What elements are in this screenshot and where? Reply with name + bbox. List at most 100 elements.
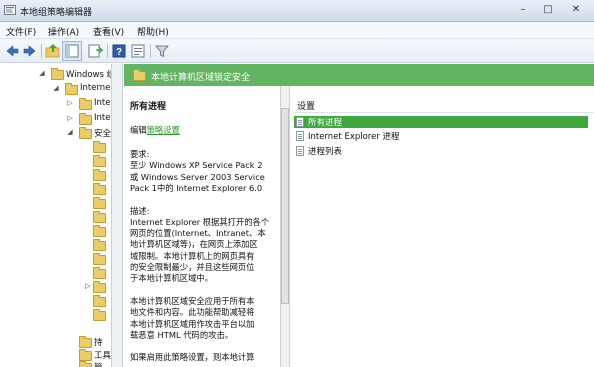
folder-icon[interactable]: [93, 239, 106, 251]
toolbar-separator: [41, 44, 42, 58]
policy-setting-icon: [296, 146, 304, 156]
folder-icon[interactable]: [93, 211, 106, 223]
description-line: 或 Windows Server 2003 Service: [130, 171, 265, 182]
tree-item-label: 管: [94, 361, 103, 367]
setting-row-ie-processes[interactable]: Internet Explorer 进程: [294, 130, 588, 142]
folder-icon: [79, 336, 92, 348]
tree-scrollbar[interactable]: [112, 64, 123, 367]
folder-icon: [79, 361, 92, 367]
tree-item-label: Inte: [94, 113, 111, 123]
tree-item-internet-control-panel[interactable]: ▷ Inte: [0, 98, 111, 110]
edit-prefix: 编辑: [130, 125, 147, 135]
folder-icon: [79, 113, 92, 125]
menu-file[interactable]: 文件(F): [6, 25, 36, 38]
back-icon[interactable]: [3, 42, 21, 60]
app-icon: [4, 5, 16, 15]
close-button[interactable]: ✕: [564, 2, 588, 18]
forward-icon[interactable]: [21, 42, 39, 60]
edit-policy-line: 编辑策略设置: [130, 124, 180, 136]
toolbar-separator: [150, 44, 151, 58]
minimize-button[interactable]: –: [513, 2, 533, 18]
description-scrollbar-thumb[interactable]: [281, 108, 289, 304]
help-icon[interactable]: ?: [110, 42, 128, 60]
description-line: 如果启用此策略设置，则本地计算: [130, 352, 255, 363]
collapsed-arrow-icon[interactable]: ▷: [66, 114, 74, 122]
description-pane: 所有进程 编辑策略设置 要求: 至少 Windows XP Service Pac…: [124, 86, 280, 367]
folder-icon: [79, 98, 92, 110]
edit-policy-link[interactable]: 策略设置: [147, 125, 180, 135]
tree-item-label: 工具: [94, 351, 112, 361]
tree-item-toolbars[interactable]: 工具: [0, 349, 112, 361]
tree-item-internet-explorer[interactable]: ◢ Interne: [0, 83, 111, 95]
tree-item-label: Interne: [80, 83, 111, 93]
description-line: 地文件和内容。此功能帮助减轻将: [130, 307, 255, 318]
description-line: 本地计算机区域安全应用于所有本: [130, 295, 255, 306]
folder-icon[interactable]: [93, 141, 106, 153]
collapsed-arrow-icon[interactable]: ▷: [84, 282, 92, 290]
folder-icon[interactable]: [93, 225, 106, 237]
show-hide-tree-icon[interactable]: [62, 41, 82, 61]
folder-icon[interactable]: [93, 295, 106, 307]
description-line: 要求:: [130, 149, 150, 159]
setting-label: Internet Explorer 进程: [308, 132, 400, 142]
policy-header-title: 本地计算机区域锁定安全: [151, 73, 251, 83]
menu-bar: [0, 22, 594, 39]
expanded-arrow-icon[interactable]: ◢: [38, 69, 46, 77]
description-line: 网页的位置(Internet、Intranet、本: [130, 228, 266, 239]
toolbar-separator: [107, 44, 108, 58]
description-line: Internet Explorer 根据其打开的各个: [130, 216, 270, 227]
tree-item-label: Windows 组: [66, 70, 112, 80]
folder-icon[interactable]: [93, 267, 106, 279]
description-line: 的安全限制最少，并且这些网页位: [130, 262, 255, 272]
setting-row-all-processes[interactable]: 所有进程: [294, 116, 588, 128]
window-title: 本地组策略编辑器: [20, 8, 93, 18]
menu-help[interactable]: 帮助(H): [137, 25, 169, 38]
svg-text:?: ?: [116, 47, 122, 58]
tree-item-label: 持: [94, 338, 103, 348]
maximize-button[interactable]: □: [538, 2, 558, 18]
up-folder-icon[interactable]: [44, 42, 62, 60]
settings-column-header[interactable]: 设置: [297, 99, 315, 112]
policy-setting-icon: [296, 131, 304, 141]
tree-item-label: Inte: [94, 98, 111, 108]
export-list-icon[interactable]: [86, 42, 104, 60]
expanded-arrow-icon[interactable]: ◢: [66, 128, 74, 136]
expanded-arrow-icon[interactable]: ◢: [52, 84, 60, 92]
description-line: 于本地计算机区域中。: [130, 273, 213, 284]
tree-item-security-features[interactable]: ◢ 安全: [0, 127, 111, 139]
settings-pane: [291, 86, 594, 367]
folder-icon[interactable]: [93, 197, 106, 209]
folder-icon: [51, 68, 64, 80]
policy-setting-icon: [296, 117, 304, 127]
folder-icon: [65, 83, 78, 95]
tree-item-internet-settings[interactable]: ▷ Inte: [0, 113, 111, 125]
folder-icon: [79, 127, 92, 139]
folder-icon[interactable]: [93, 309, 106, 321]
folder-icon[interactable]: [93, 281, 106, 293]
setting-heading: 所有进程: [130, 102, 167, 112]
tree-item-admin[interactable]: 管: [0, 361, 111, 367]
description-line: 本地计算机区域用作攻击平台以加: [130, 318, 255, 329]
folder-icon: [79, 349, 92, 361]
folder-icon: [133, 69, 146, 81]
folder-icon[interactable]: [93, 253, 106, 265]
folder-icon[interactable]: [93, 183, 106, 195]
folder-icon[interactable]: [93, 169, 106, 181]
collapsed-arrow-icon[interactable]: ▷: [66, 99, 74, 107]
tree-item-windows-components[interactable]: ◢ Windows 组: [0, 68, 112, 80]
setting-row-process-list[interactable]: 进程列表: [294, 145, 588, 157]
menu-action[interactable]: 操作(A): [48, 25, 79, 38]
tree-item-persistence[interactable]: 持: [0, 336, 111, 348]
setting-label: 所有进程: [308, 118, 343, 128]
setting-label: 进程列表: [308, 147, 343, 157]
folder-icon[interactable]: [93, 155, 106, 167]
description-line: 至少 Windows XP Service Pack 2: [130, 160, 263, 171]
description-line: 描述:: [130, 205, 150, 216]
filter-icon[interactable]: [153, 42, 171, 60]
tree-pane: ◢ Windows 组 ◢ Interne ▷ Inte ▷ Inte ◢ 安全…: [0, 64, 112, 367]
description-line: 载恶意 HTML 代码的攻击。: [130, 329, 234, 340]
description-line: 地计算机区域等)，在网页上添加区: [130, 239, 258, 250]
menu-view[interactable]: 查看(V): [93, 25, 124, 38]
properties-icon[interactable]: [129, 42, 147, 60]
description-line: Pack 1中的 Internet Explorer 6.0: [130, 182, 263, 193]
